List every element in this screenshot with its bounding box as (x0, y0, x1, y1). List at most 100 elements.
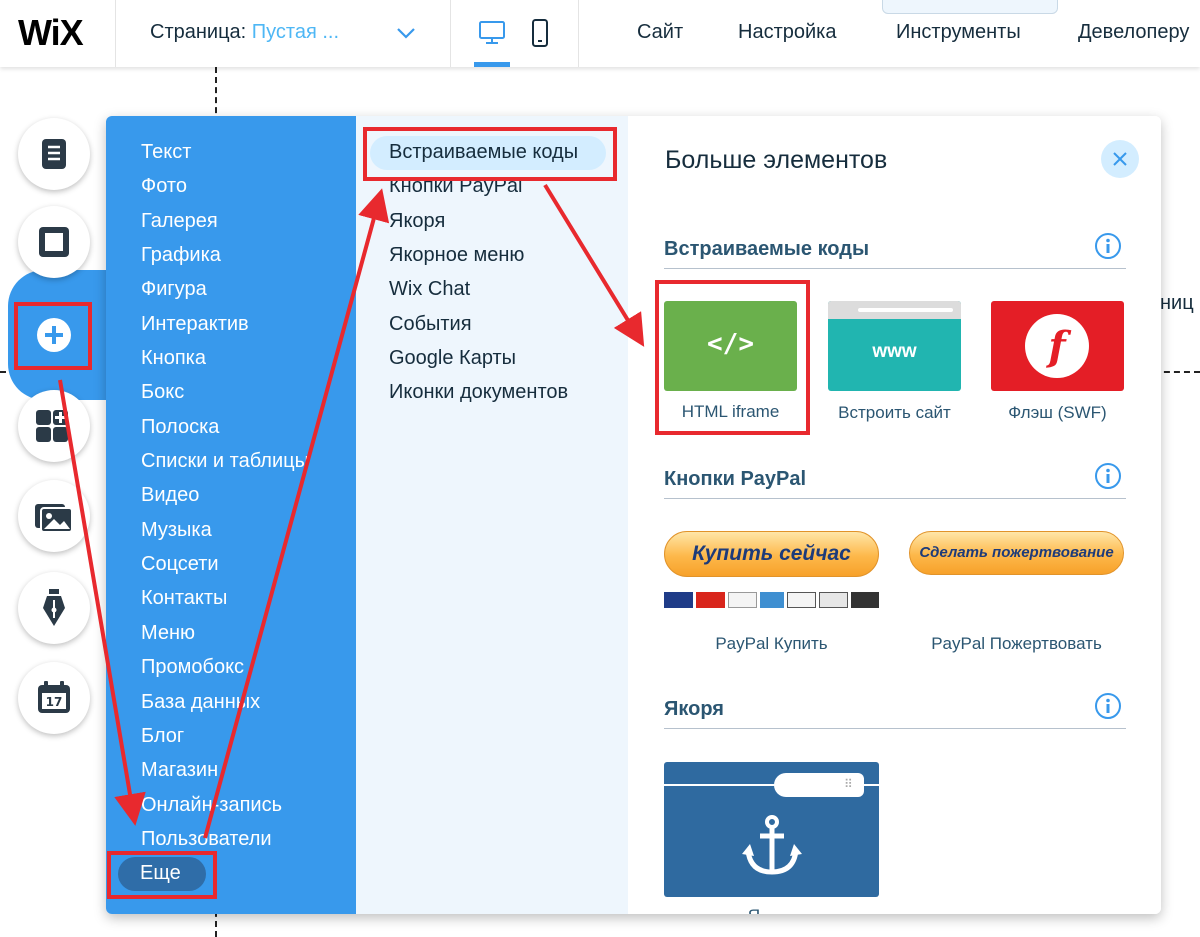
page-selector-label: Страница: (150, 21, 247, 43)
page-selector[interactable]: Страница: Пустая ... (150, 21, 339, 44)
section-title: Кнопки PayPal (664, 468, 807, 490)
section-header-paypal: Кнопки PayPal (664, 462, 1126, 499)
media-button[interactable] (18, 480, 90, 552)
divider (578, 0, 579, 67)
category-item[interactable]: Промобокс (141, 656, 244, 679)
category-item[interactable]: Онлайн-запись (141, 794, 282, 817)
paypal-buy-button[interactable]: Купить сейчас (664, 531, 879, 577)
menu-tools[interactable]: Инструменты (896, 21, 1021, 44)
collapse-toolbar-tab[interactable]: ⌃ (882, 0, 1058, 14)
card-logo-icon (664, 592, 693, 608)
category-item[interactable]: Списки и таблицы (141, 450, 309, 473)
background-button[interactable] (18, 206, 90, 278)
panel-title: Больше элементов (665, 146, 888, 174)
info-icon[interactable] (1094, 232, 1122, 260)
flash-icon: f (1025, 314, 1089, 378)
bookings-button[interactable]: 17 (18, 662, 90, 734)
card-logos (664, 590, 879, 610)
chevron-up-icon: ⌃ (963, 0, 975, 9)
top-bar: WiX Страница: Пустая ... Сайт Настройка … (0, 0, 1200, 67)
section-header-embeds: Встраиваемые коды (664, 232, 1126, 269)
card-logo-icon (851, 592, 879, 608)
anchor-icon (742, 815, 802, 875)
tile-label: Встроить сайт (838, 403, 951, 422)
info-icon[interactable] (1094, 462, 1122, 490)
chevron-down-icon[interactable] (395, 22, 417, 44)
apps-icon (36, 410, 68, 442)
apps-button[interactable] (18, 390, 90, 462)
category-item[interactable]: Галерея (141, 210, 218, 233)
tile-label-partial: Я (664, 906, 844, 914)
annotation-box-embeds (363, 127, 617, 181)
annotation-box-more (107, 851, 217, 899)
menu-developer[interactable]: Девелоперу (1078, 21, 1189, 44)
add-panel: Текст Фото Галерея Графика Фигура Интера… (106, 116, 1161, 914)
subcategory-item[interactable]: События (389, 313, 472, 336)
card-logo-icon (819, 592, 848, 608)
category-item[interactable]: Контакты (141, 587, 227, 610)
category-item[interactable]: Интерактив (141, 313, 249, 336)
paypal-donate-button[interactable]: Сделать пожертвование (909, 531, 1124, 575)
annotation-box-html-iframe (655, 280, 810, 435)
annotation-box-add (14, 302, 92, 370)
subcategory-item[interactable]: Якоря (389, 210, 445, 233)
category-item[interactable]: Текст (141, 141, 191, 164)
card-logo-icon (728, 592, 757, 608)
category-item[interactable]: Полоска (141, 416, 219, 439)
address-bar (858, 308, 953, 312)
pages-button[interactable] (18, 118, 90, 190)
card-logo-icon (696, 592, 725, 608)
subcategory-item[interactable]: Якорное меню (389, 244, 524, 267)
category-item[interactable]: Пользователи (141, 828, 272, 851)
category-item[interactable]: Бокс (141, 381, 184, 404)
category-item[interactable]: Музыка (141, 519, 212, 542)
wix-editor: { "topbar": { "logo": "WiX", "page_label… (0, 0, 1200, 937)
pages-icon (42, 139, 66, 169)
page-selector-value: Пустая ... (251, 21, 340, 43)
category-item[interactable]: Соцсети (141, 553, 219, 576)
category-item[interactable]: Фигура (141, 278, 207, 301)
blog-pen-icon (43, 589, 65, 626)
category-item[interactable]: Фото (141, 175, 187, 198)
blog-button[interactable] (18, 572, 90, 644)
flash-tile[interactable]: f (991, 301, 1124, 391)
info-icon[interactable] (1094, 692, 1122, 720)
category-item[interactable]: Видео (141, 484, 199, 507)
category-item[interactable]: Меню (141, 622, 195, 645)
device-indicator (474, 62, 510, 67)
category-item[interactable]: Магазин (141, 759, 218, 782)
subcategory-item[interactable]: Google Карты (389, 347, 516, 370)
drag-handle-icon: ⠿ (844, 777, 853, 791)
category-item[interactable]: Графика (141, 244, 221, 267)
close-button[interactable] (1101, 140, 1139, 178)
category-list: Текст Фото Галерея Графика Фигура Интера… (106, 116, 356, 914)
close-icon (1113, 152, 1127, 166)
tile-label: Флэш (SWF) (1008, 403, 1107, 422)
embed-site-tile[interactable]: www (828, 301, 961, 391)
card-logo-icon (760, 592, 784, 608)
anchor-tile[interactable]: ⠿ (664, 762, 879, 897)
category-item[interactable]: Блог (141, 725, 184, 748)
subcategory-list: Встраиваемые коды Кнопки PayPal Якоря Як… (356, 116, 628, 914)
svg-text:17: 17 (46, 695, 63, 709)
tile-label: PayPal Пожертвовать (931, 634, 1102, 653)
divider (450, 0, 451, 67)
subcategory-item[interactable]: Wix Chat (389, 278, 470, 301)
section-title: Якоря (664, 698, 724, 720)
wix-logo[interactable]: WiX (18, 12, 84, 54)
mobile-icon[interactable] (524, 18, 556, 48)
section-header-anchors: Якоря (664, 692, 1126, 729)
menu-site[interactable]: Сайт (637, 21, 683, 44)
divider (115, 0, 116, 67)
category-item[interactable]: Кнопка (141, 347, 206, 370)
canvas-text-fragment: ниц (1160, 292, 1194, 314)
category-item[interactable]: База данных (141, 691, 260, 714)
section-title: Встраиваемые коды (664, 238, 870, 260)
card-logo-icon (787, 592, 816, 608)
tile-label: PayPal Купить (715, 634, 828, 653)
www-icon: www (872, 341, 917, 362)
menu-settings[interactable]: Настройка (738, 21, 836, 44)
subcategory-item[interactable]: Иконки документов (389, 381, 568, 404)
background-icon (39, 227, 69, 257)
desktop-icon[interactable] (476, 18, 508, 48)
